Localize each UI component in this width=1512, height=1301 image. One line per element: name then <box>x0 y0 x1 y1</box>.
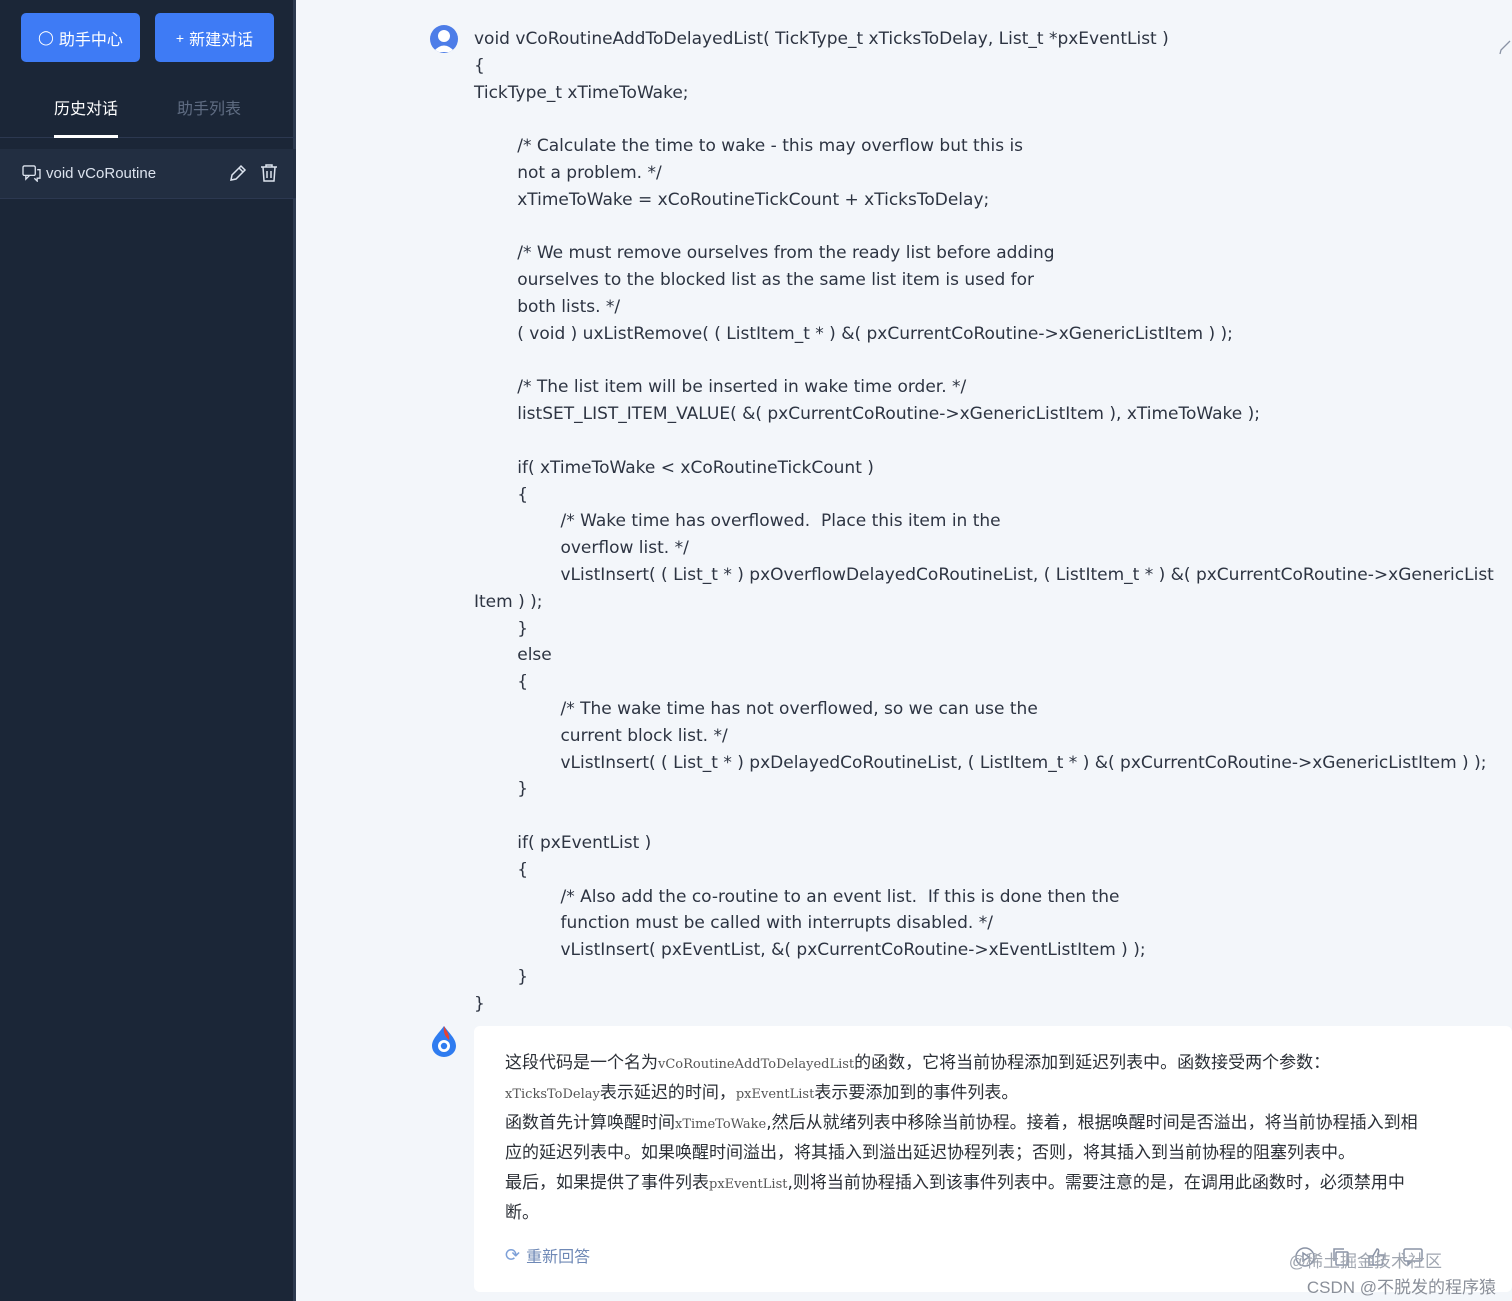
inline-code: pxEventList <box>709 1177 788 1192</box>
inline-code: xTicksToDelay <box>505 1087 600 1102</box>
sidebar-tabs: 历史对话 助手列表 <box>0 96 296 138</box>
code-line: /* Wake time has overflowed. Place this … <box>474 511 1001 532</box>
answer-line: 断。 <box>505 1203 539 1223</box>
regenerate-button[interactable]: ⟳ 重新回答 <box>505 1243 590 1267</box>
code-line: TickType_t xTimeToWake; <box>474 82 689 103</box>
code-line: } <box>474 993 485 1014</box>
code-line: } <box>474 618 529 639</box>
edit-icon[interactable] <box>228 163 248 183</box>
pencil-icon[interactable] <box>1498 38 1512 56</box>
code-line: void vCoRoutineAddToDelayedList( TickTyp… <box>474 29 1169 49</box>
history-item[interactable]: void vCoRoutine <box>0 149 296 199</box>
answer-line: xTicksToDelay表示延迟的时间，pxEventList表示要添加到的事… <box>505 1083 1019 1103</box>
new-chat-label: 新建对话 <box>189 31 254 49</box>
code-line: /* The wake time has not overflowed, so … <box>474 699 1038 719</box>
code-line: } <box>474 967 529 987</box>
answer-line: 这段代码是一个名为vCoRoutineAddToDelayedList的函数，它… <box>505 1053 1331 1073</box>
code-line: /* We must remove ourselves from the rea… <box>474 243 1055 264</box>
ai-logo-icon <box>432 1026 456 1057</box>
code-line: function must be called with interrupts … <box>474 913 993 934</box>
code-line: xTimeToWake = xCoRoutineTickCount + xTic… <box>474 189 990 210</box>
code-line: vListInsert( ( List_t * ) pxDelayedCoRou… <box>474 752 1487 773</box>
inline-code: xTimeToWake <box>675 1117 767 1132</box>
inline-code: vCoRoutineAddToDelayedList <box>658 1057 855 1072</box>
plus-icon: + <box>175 29 185 46</box>
watermark-csdn: CSDN @不脱发的程序猿 <box>1306 1278 1496 1297</box>
answer-line: 应的延迟列表中。如果唤醒时间溢出，将其插入到溢出延迟协程列表；否则，将其插入到当… <box>505 1143 1355 1163</box>
tab-assistant-list[interactable]: 助手列表 <box>177 96 241 138</box>
code-line: vListInsert( ( List_t * ) pxOverflowDela… <box>474 565 1494 585</box>
sidebar: ◯ 助手中心 + 新建对话 历史对话 助手列表 void vCoRoutine <box>0 0 296 1301</box>
code-line: both lists. */ <box>474 297 621 317</box>
code-line: else <box>474 645 552 666</box>
code-line: } <box>474 779 529 800</box>
chat-icon <box>22 165 41 182</box>
code-line: /* Also add the co-routine to an event l… <box>474 886 1120 907</box>
code-line: current block list. */ <box>474 725 728 746</box>
new-chat-button[interactable]: + 新建对话 <box>155 13 274 62</box>
code-line: { <box>474 859 529 880</box>
code-line: overflow list. */ <box>474 538 689 559</box>
code-line: not a problem. */ <box>474 163 662 183</box>
code-line: listSET_LIST_ITEM_VALUE( &( pxCurrentCoR… <box>474 404 1260 425</box>
trash-icon[interactable] <box>260 163 278 183</box>
answer-line: 最后，如果提供了事件列表pxEventList,则将当前协程插入到该事件列表中。… <box>505 1173 1405 1193</box>
tab-history[interactable]: 历史对话 <box>54 96 118 138</box>
code-line: { <box>474 484 529 505</box>
code-line: Item ) ); <box>474 591 543 612</box>
drop-icon: ◯ <box>38 29 54 45</box>
code-line: { <box>474 55 485 76</box>
help-center-button[interactable]: ◯ 助手中心 <box>21 13 140 62</box>
code-line: if( xTimeToWake < xCoRoutineTickCount ) <box>474 457 874 478</box>
user-avatar-icon <box>430 25 458 53</box>
history-item-label: void vCoRoutine <box>46 165 157 182</box>
code-line: /* Calculate the time to wake - this may… <box>474 136 1024 157</box>
refresh-icon: ⟳ <box>505 1244 521 1265</box>
code-line: ourselves to the blocked list as the sam… <box>474 270 1035 291</box>
regenerate-label: 重新回答 <box>526 1249 591 1266</box>
inline-code: pxEventList <box>735 1087 815 1102</box>
code-line: vListInsert( pxEventList, &( pxCurrentCo… <box>474 940 1146 961</box>
code-line: /* The list item will be inserted in wak… <box>474 377 967 398</box>
code-line: if( pxEventList ) <box>474 833 652 853</box>
code-line: { <box>474 672 529 693</box>
code-line: ( void ) uxListRemove( ( ListItem_t * ) … <box>474 323 1233 344</box>
answer-line: 函数首先计算唤醒时间xTimeToWake,然后从就绪列表中移除当前协程。接着，… <box>505 1113 1418 1133</box>
watermark-juejin: @稀土掘金技术社区 <box>1288 1252 1442 1271</box>
help-center-label: 助手中心 <box>58 31 123 49</box>
